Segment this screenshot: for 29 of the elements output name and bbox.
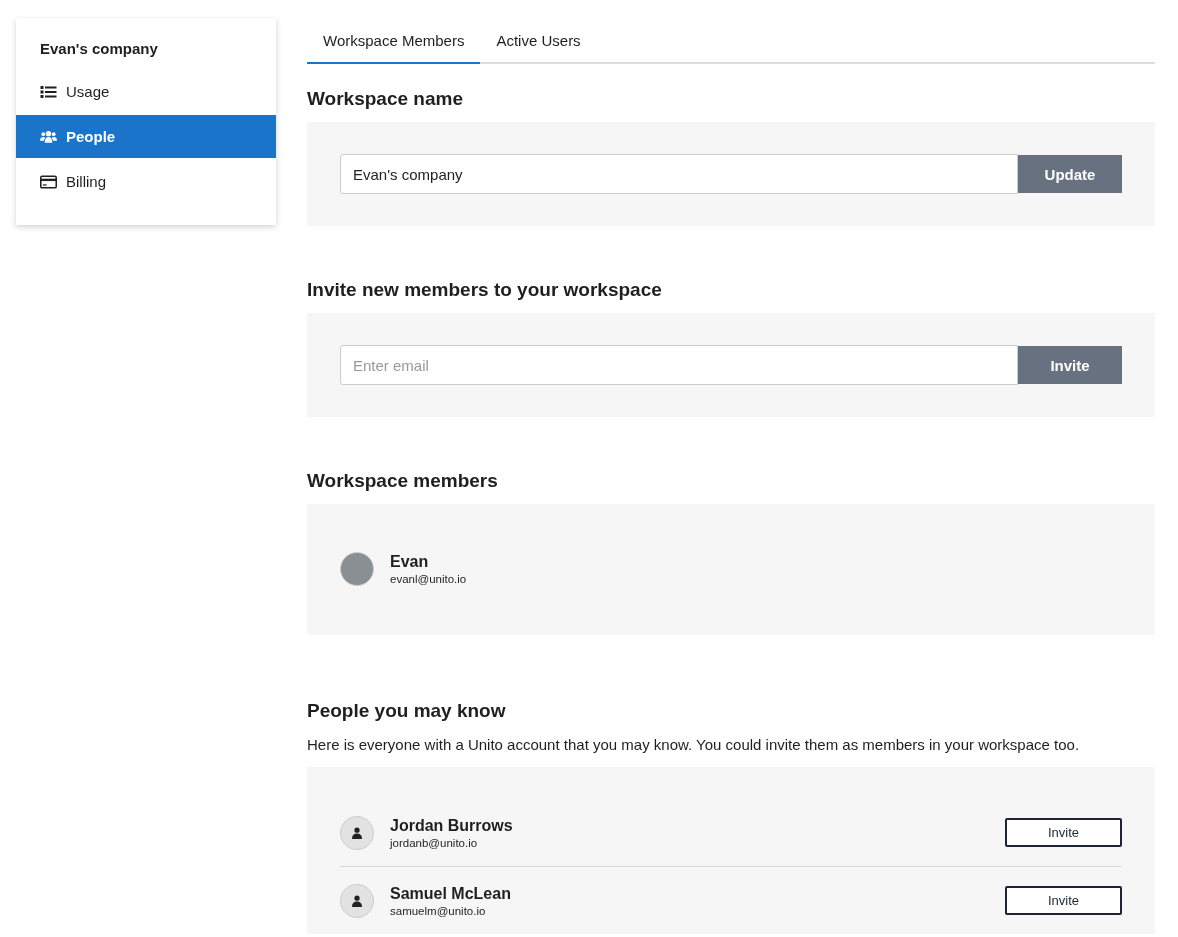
person-email: jordanb@unito.io bbox=[390, 836, 479, 849]
person-name: Samuel McLean bbox=[390, 884, 512, 903]
person-name: Jordan Burrows bbox=[390, 816, 514, 835]
sidebar-item[interactable]: Usage bbox=[16, 70, 276, 113]
person-icon bbox=[340, 883, 374, 918]
invite-button[interactable]: Invite bbox=[1018, 346, 1122, 384]
person-icon bbox=[340, 815, 374, 850]
users-icon bbox=[40, 129, 57, 144]
person-email: samuelm@unito.io bbox=[390, 904, 487, 917]
invite-button[interactable]: Invite bbox=[1005, 886, 1122, 915]
photo-placeholder bbox=[340, 552, 374, 586]
sidebar-item[interactable]: People bbox=[16, 115, 276, 158]
section-heading: Workspace name bbox=[307, 88, 464, 110]
company-name: Evan's company bbox=[39, 40, 159, 59]
tab[interactable]: Active Users bbox=[480, 22, 597, 64]
email-field[interactable]: Enter email bbox=[340, 345, 1018, 385]
sidebar-item[interactable]: Billing bbox=[16, 160, 276, 203]
tab[interactable]: Workspace Members bbox=[307, 22, 481, 64]
workspace-name-field[interactable]: Evan's company bbox=[340, 154, 1018, 194]
list-icon bbox=[40, 84, 57, 99]
credit-card-icon bbox=[40, 174, 57, 189]
section-heading: People you may know bbox=[307, 700, 507, 722]
member-email: evanl@unito.io bbox=[390, 573, 467, 585]
invite-button[interactable]: Invite bbox=[1005, 818, 1122, 847]
member-name: Evan bbox=[390, 553, 430, 571]
update-button[interactable]: Update bbox=[1018, 155, 1122, 193]
section-description: Here is everyone with a Unito account that you may know. You could invite them as members in your workspace too. bbox=[307, 736, 1081, 753]
section-heading: Workspace members bbox=[307, 470, 499, 492]
section-heading: Invite new members to your workspace bbox=[307, 279, 663, 301]
